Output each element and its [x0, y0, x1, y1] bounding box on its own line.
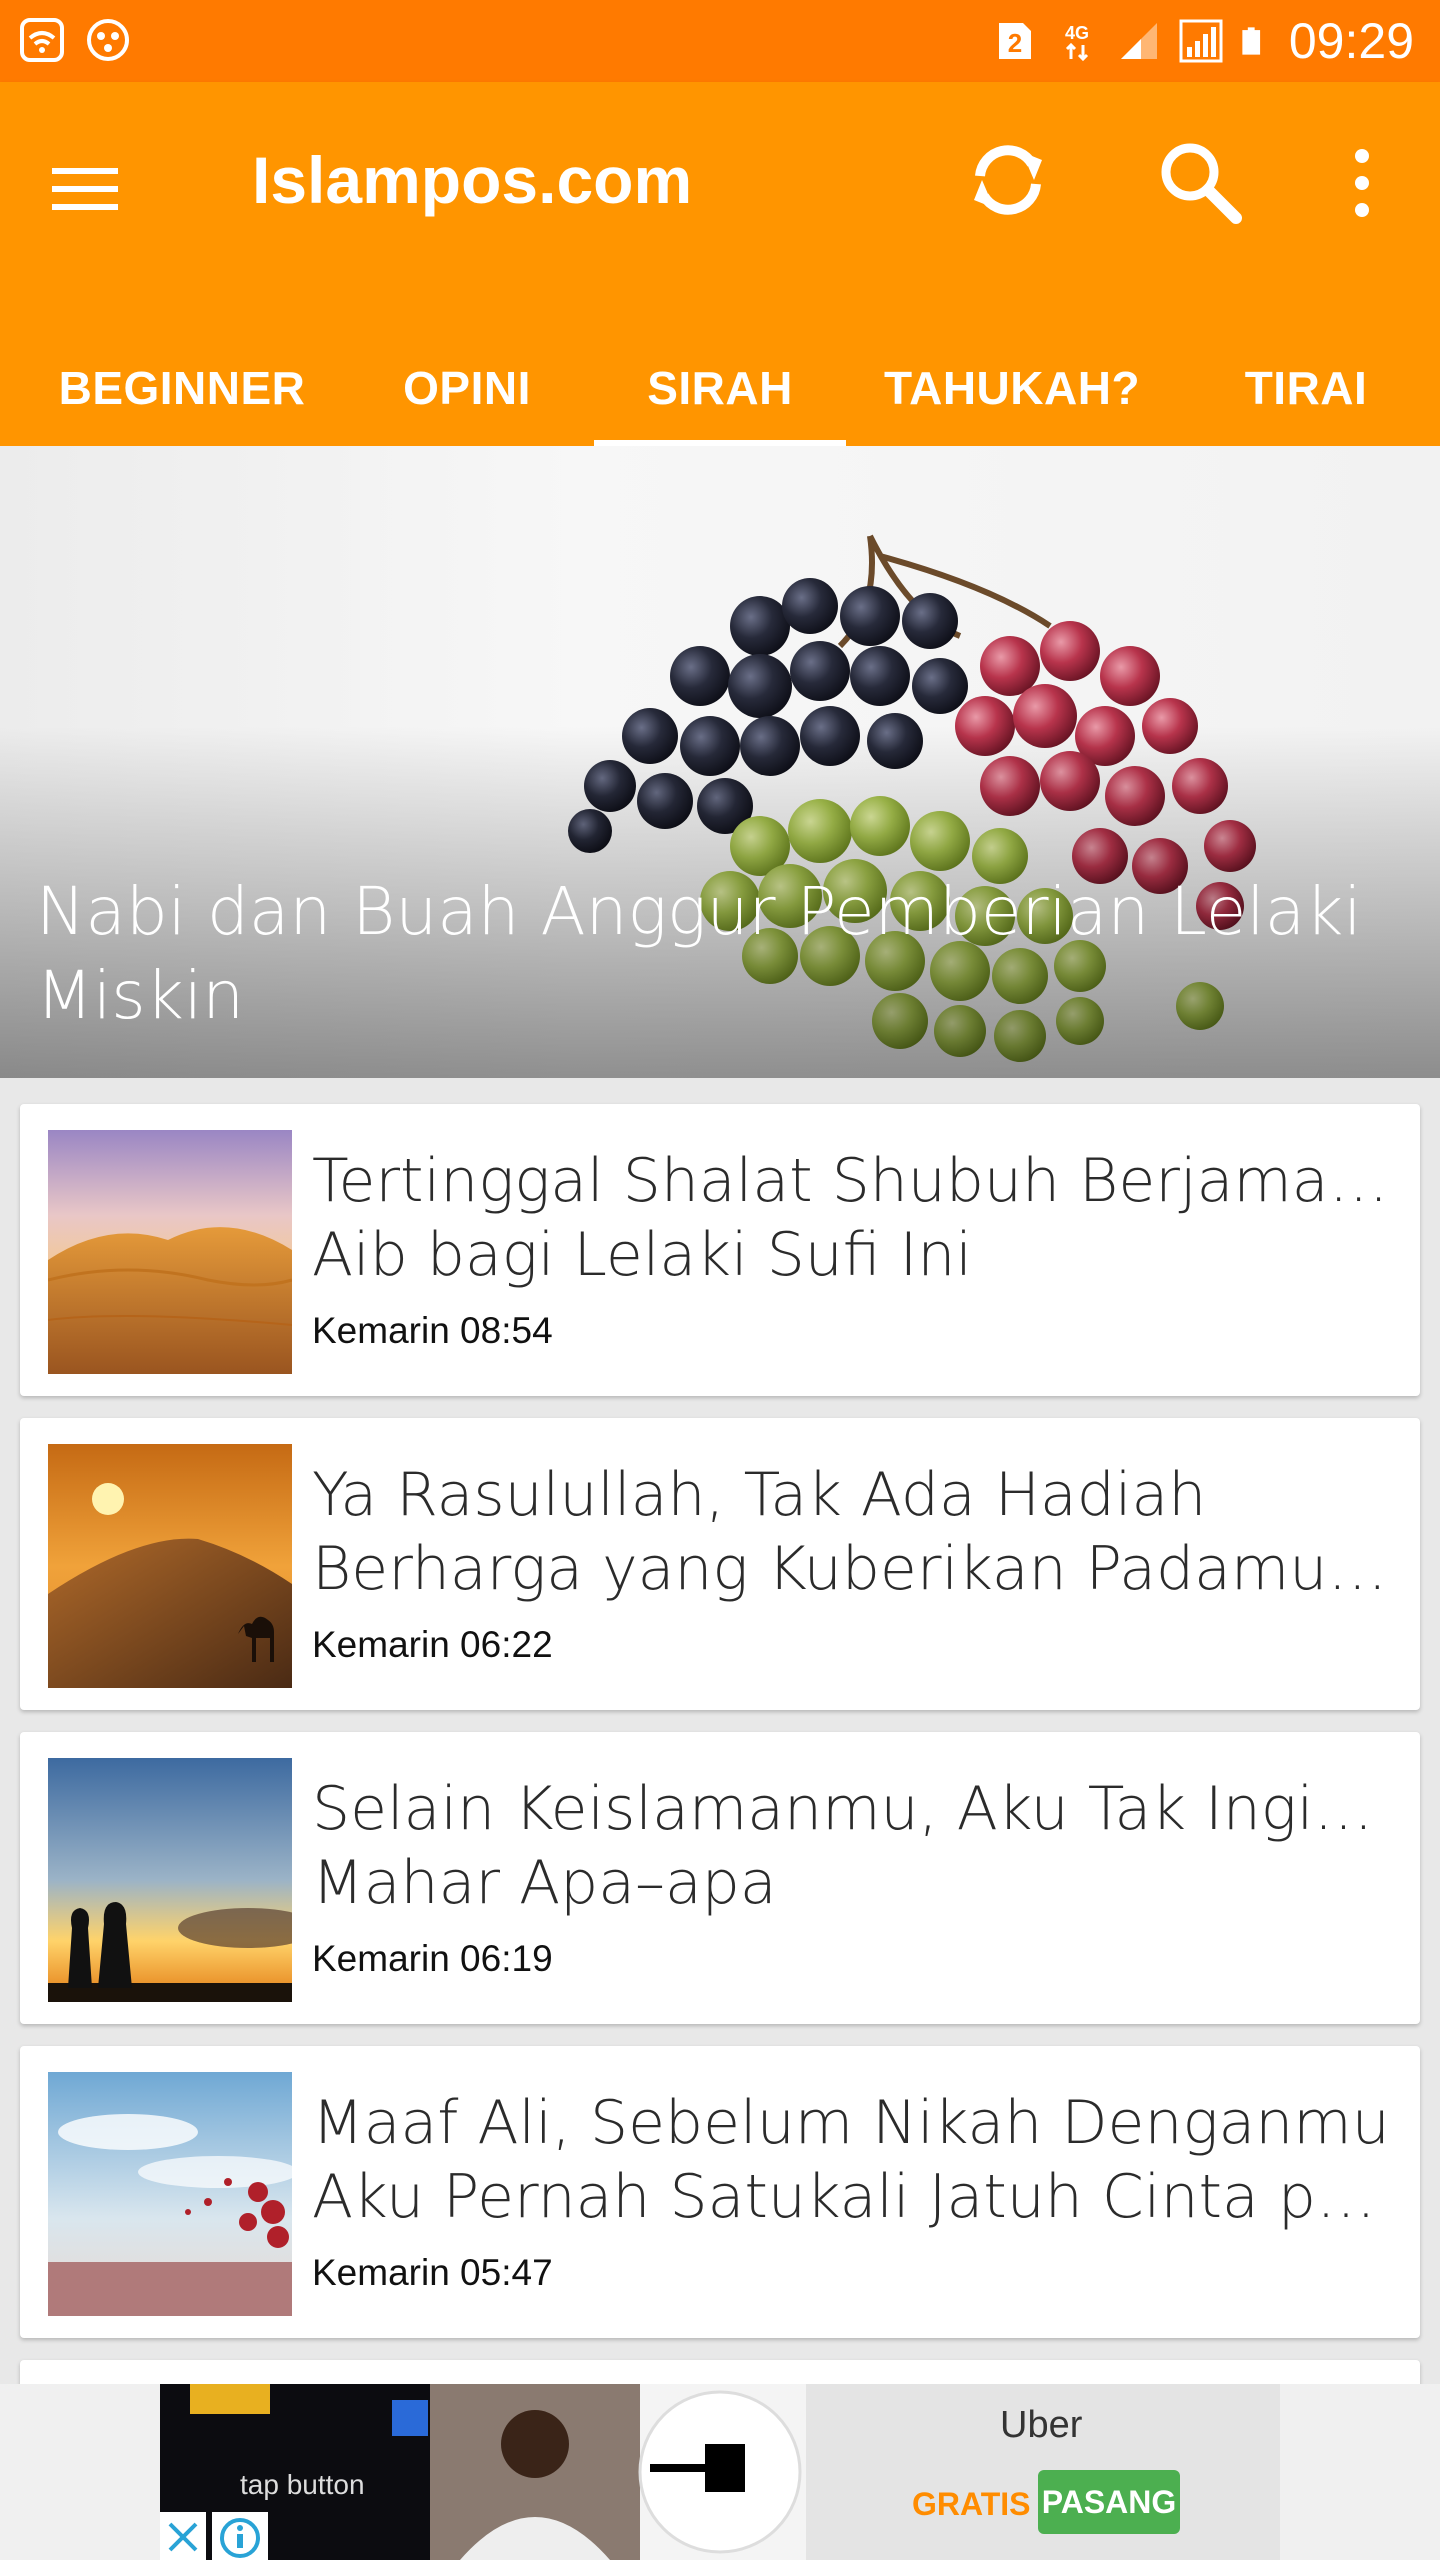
search-icon[interactable]: [1152, 134, 1248, 230]
signal-icon: [1120, 23, 1157, 59]
close-icon[interactable]: [160, 2512, 206, 2560]
refresh-icon[interactable]: [958, 130, 1058, 230]
tab-tahukah[interactable]: TAHUKAH?: [862, 330, 1162, 446]
tab-beginner[interactable]: BEGINNER: [28, 330, 336, 446]
article-timestamp: Kemarin 06:19: [312, 1938, 553, 1979]
article-thumbnail: [48, 1130, 292, 1374]
list-item[interactable]: Selain Keislamanmu, Aku Tak Inginkan Mah…: [20, 1732, 1420, 2024]
list-item[interactable]: Maaf Ali, Sebelum Nikah Denganmu Aku Per…: [20, 2046, 1420, 2338]
tab-bar: BEGINNER OPINI SIRAH TAHUKAH? TIRAI: [0, 330, 1440, 446]
app-title: Islampos.com: [252, 143, 693, 217]
featured-article[interactable]: Nabi dan Buah Anggur Pemberian Lelaki Mi…: [0, 446, 1440, 1078]
svg-text:2: 2: [1008, 28, 1022, 58]
article-title: Tertinggal Shalat Shubuh Berjamaah, Aib …: [312, 1146, 1402, 1290]
ad-tap-text: tap button: [240, 2469, 365, 2500]
battery-icon: [1242, 27, 1260, 55]
article-timestamp: Kemarin 08:54: [312, 1310, 553, 1351]
tab-tirai[interactable]: TIRAI: [1196, 330, 1416, 446]
status-bar: 2 4G 09:29: [0, 0, 1440, 82]
sync-dots-icon: [87, 19, 129, 61]
hero-title: Nabi dan Buah Anggur Pemberian Lelaki Mi…: [36, 873, 1362, 1034]
info-icon[interactable]: [212, 2512, 268, 2560]
sim-icon: 2: [998, 23, 1031, 59]
ad-content[interactable]: tap button Uber GRATIS PASANG: [160, 2384, 1280, 2560]
svg-text:4G: 4G: [1065, 23, 1089, 43]
article-timestamp: Kemarin 05:47: [312, 2252, 553, 2293]
clock: 09:29: [1288, 13, 1414, 69]
article-title: Maaf Ali, Sebelum Nikah Denganmu Aku Per…: [312, 2088, 1402, 2232]
network-type-icon: 4G: [1065, 23, 1089, 62]
app-bar: Islampos.com BEGINNER OPINI SIRAH TAHUKA…: [0, 82, 1440, 446]
wifi-icon: [20, 18, 64, 62]
menu-icon[interactable]: [40, 144, 130, 234]
article-thumbnail: [48, 1758, 292, 2002]
article-thumbnail: [48, 2072, 292, 2316]
article-timestamp: Kemarin 06:22: [312, 1624, 553, 1665]
signal-icon: [1179, 19, 1223, 63]
list-item[interactable]: Tertinggal Shalat Shubuh Berjamaah, Aib …: [20, 1104, 1420, 1396]
tab-sirah[interactable]: SIRAH: [594, 330, 846, 446]
article-title: Ya Rasulullah, Tak Ada Hadiah Berharga y…: [312, 1460, 1402, 1604]
article-thumbnail: [48, 1444, 292, 1688]
more-vert-icon[interactable]: [1322, 138, 1402, 228]
article-title: Selain Keislamanmu, Aku Tak Inginkan Mah…: [312, 1774, 1402, 1918]
list-item[interactable]: Ya Rasulullah, Tak Ada Hadiah Berharga y…: [20, 1418, 1420, 1710]
ad-brand: Uber: [1000, 2404, 1083, 2446]
ad-install-button[interactable]: PASANG: [1038, 2470, 1180, 2534]
ad-free-label: GRATIS: [912, 2486, 1031, 2522]
tab-opini[interactable]: OPINI: [354, 330, 580, 446]
